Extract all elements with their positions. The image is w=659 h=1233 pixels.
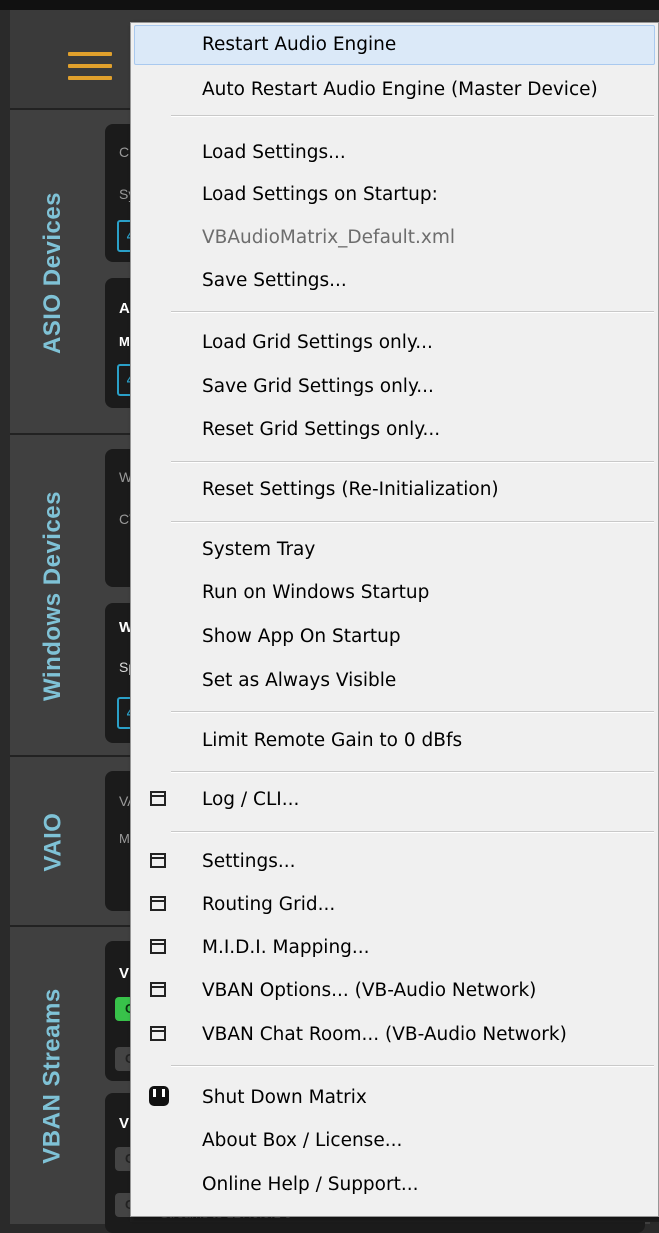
- section-label[interactable]: Windows Devices: [10, 435, 96, 757]
- menu-item-load-settings-on-startup[interactable]: Load Settings on Startup:: [134, 175, 658, 215]
- menu-separator: [171, 521, 654, 523]
- window-icon: [150, 791, 166, 806]
- section-label[interactable]: VAIO: [10, 757, 96, 927]
- menu-item-shut-down-matrix[interactable]: Shut Down Matrix: [134, 1078, 658, 1118]
- menu-item-set-always-visible[interactable]: Set as Always Visible: [134, 661, 658, 701]
- menu-separator: [171, 831, 654, 833]
- context-menu: Restart Audio Engine Auto Restart Audio …: [130, 22, 659, 1217]
- window-top-edge: [0, 0, 659, 10]
- menu-separator: [171, 461, 654, 463]
- menu-separator: [171, 311, 654, 313]
- hamburger-menu-icon[interactable]: [68, 52, 112, 80]
- menu-item-settings[interactable]: Settings...: [134, 842, 658, 882]
- menu-item-online-help[interactable]: Online Help / Support...: [134, 1165, 658, 1205]
- menu-item-auto-restart-audio-engine[interactable]: Auto Restart Audio Engine (Master Device…: [134, 70, 658, 110]
- window-icon: [150, 982, 166, 997]
- window-icon: [150, 853, 166, 868]
- menu-separator: [171, 711, 654, 713]
- menu-item-save-grid-settings[interactable]: Save Grid Settings only...: [134, 367, 658, 407]
- section-label[interactable]: ASIO Devices: [10, 110, 96, 435]
- menu-item-save-settings[interactable]: Save Settings...: [134, 261, 658, 301]
- card-line: A: [119, 300, 130, 317]
- menu-item-midi-mapping[interactable]: M.I.D.I. Mapping...: [134, 928, 658, 968]
- menu-item-vban-chat-room[interactable]: VBAN Chat Room... (VB-Audio Network): [134, 1015, 658, 1055]
- menu-item-about-license[interactable]: About Box / License...: [134, 1121, 658, 1161]
- menu-item-load-settings[interactable]: Load Settings...: [134, 133, 658, 173]
- menu-item-reset-grid-settings[interactable]: Reset Grid Settings only...: [134, 410, 658, 450]
- menu-item-vban-options[interactable]: VBAN Options... (VB-Audio Network): [134, 971, 658, 1011]
- menu-item-limit-remote-gain[interactable]: Limit Remote Gain to 0 dBfs: [134, 721, 658, 761]
- window-icon: [150, 1026, 166, 1041]
- menu-separator: [171, 771, 654, 773]
- menu-item-run-on-windows-startup[interactable]: Run on Windows Startup: [134, 573, 658, 613]
- menu-item-routing-grid[interactable]: Routing Grid...: [134, 885, 658, 925]
- window-icon: [150, 896, 166, 911]
- menu-separator: [171, 115, 654, 117]
- section-label[interactable]: VBAN Streams: [10, 927, 96, 1224]
- window-icon: [150, 939, 166, 954]
- power-icon: [149, 1086, 169, 1106]
- menu-item-load-grid-settings[interactable]: Load Grid Settings only...: [134, 323, 658, 363]
- menu-item-log-cli[interactable]: Log / CLI...: [134, 780, 658, 820]
- menu-item-default-settings-file: VBAudioMatrix_Default.xml: [202, 227, 456, 248]
- menu-item-show-app-on-startup[interactable]: Show App On Startup: [134, 617, 658, 657]
- menu-item-system-tray[interactable]: System Tray: [134, 530, 658, 570]
- menu-separator: [171, 1065, 654, 1067]
- menu-item-restart-audio-engine[interactable]: Restart Audio Engine: [134, 25, 655, 65]
- menu-item-reset-settings[interactable]: Reset Settings (Re-Initialization): [134, 470, 658, 510]
